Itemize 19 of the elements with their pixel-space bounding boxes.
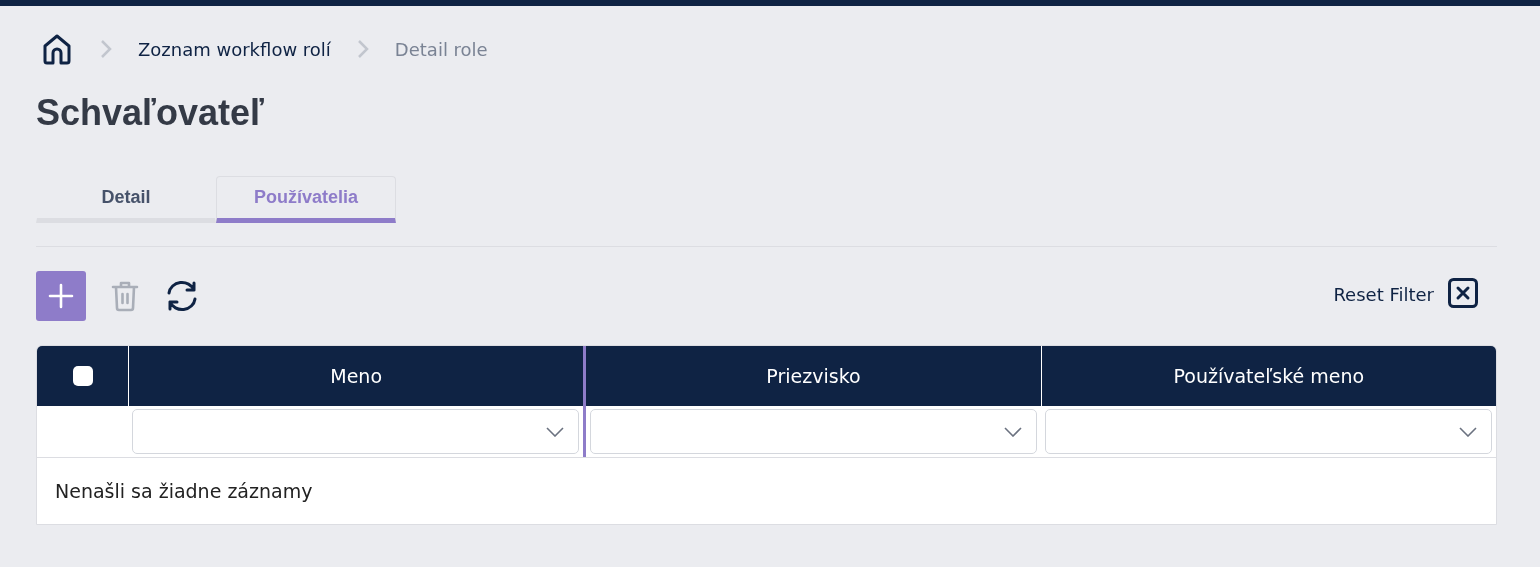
chevron-down-icon <box>546 426 564 437</box>
chevron-icon <box>356 39 369 59</box>
breadcrumb-link[interactable]: Zoznam workflow rolí <box>138 38 331 60</box>
breadcrumb-current: Detail role <box>394 38 488 60</box>
home-icon[interactable] <box>42 33 72 65</box>
reset-filter-button[interactable]: Reset Filter <box>1333 282 1434 308</box>
plus-icon <box>48 283 74 309</box>
page-title: Schvaľovateľ <box>36 92 265 135</box>
chevron-down-icon <box>1004 426 1022 437</box>
chevron-down-icon <box>1459 426 1477 437</box>
tab[interactable]: Detail <box>36 176 216 223</box>
column-header[interactable]: Používateľské meno <box>1040 346 1496 406</box>
column-header[interactable]: Priezvisko <box>583 346 1041 406</box>
chevron-icon <box>100 39 112 59</box>
add-button[interactable] <box>36 271 86 321</box>
empty-message: Nenašli sa žiadne záznamy <box>55 480 313 502</box>
select-all-checkbox[interactable] <box>72 366 93 386</box>
close-icon[interactable] <box>1448 278 1478 308</box>
column-header[interactable]: Meno <box>128 346 584 406</box>
